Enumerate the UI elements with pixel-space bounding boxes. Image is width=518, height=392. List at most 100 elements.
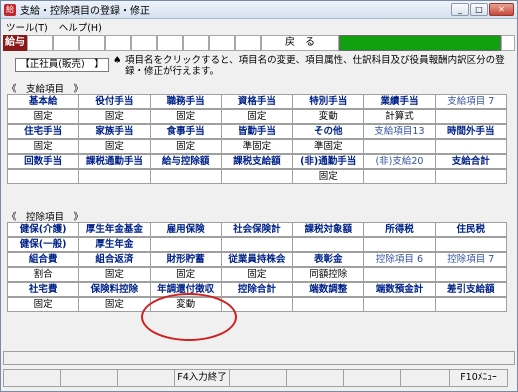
deduction-item-label[interactable]: 端数預金計	[363, 282, 436, 297]
menu-help[interactable]: ヘルプ(H)	[54, 20, 108, 34]
deduction-item-label[interactable]: 健保(介護)	[7, 222, 80, 237]
deduction-item-attribute[interactable]	[363, 267, 436, 282]
deduction-item-label[interactable]: 雇用保険	[149, 222, 222, 237]
payment-item-attribute[interactable]	[434, 139, 507, 154]
deduction-item-label[interactable]: 住民税	[434, 222, 507, 237]
deduction-item-label[interactable]: 控除項目 7	[434, 252, 507, 267]
deduction-item-label[interactable]: 端数調整	[292, 282, 365, 297]
payment-item-attribute[interactable]	[149, 169, 222, 184]
payment-item-label[interactable]: 課税支給額	[220, 154, 294, 169]
deduction-item-attribute[interactable]	[434, 267, 507, 282]
deduction-item-attribute[interactable]	[149, 237, 222, 252]
payment-item-label[interactable]: その他	[292, 124, 365, 139]
close-button[interactable]: ✕	[489, 3, 514, 16]
deduction-item-label[interactable]: 控除項目 6	[363, 252, 436, 267]
deduction-item-label[interactable]: 健保(一般)	[7, 237, 80, 252]
payment-item-attribute[interactable]: 固定	[7, 109, 80, 124]
deduction-item-attribute[interactable]: 固定	[149, 267, 222, 282]
deduction-item-label[interactable]: 控除合計	[220, 282, 294, 297]
payment-item-label[interactable]: 回数手当	[7, 154, 80, 169]
deduction-item-label[interactable]: 組合返済	[78, 252, 151, 267]
minimize-button[interactable]: _	[451, 3, 469, 16]
f10-menu-button[interactable]: F10ﾒﾆｭｰ	[449, 369, 508, 387]
f4-finish-input-button[interactable]: F4入力終了	[174, 369, 230, 387]
deduction-item-attribute[interactable]	[292, 297, 365, 312]
app-window: 給 支給・控除項目の登録・修正 _ □ ✕ ツール(T) ヘルプ(H) 給与 戻…	[0, 0, 518, 392]
payment-item-attribute[interactable]	[363, 169, 436, 184]
deduction-item-label[interactable]: 厚生年金基金	[78, 222, 151, 237]
payment-item-attribute[interactable]: 固定	[7, 139, 80, 154]
header-cell	[131, 35, 157, 51]
deduction-item-attribute[interactable]	[220, 237, 294, 252]
deduction-item-attribute[interactable]: 固定	[220, 267, 294, 282]
payment-item-label[interactable]: 職務手当	[149, 94, 222, 109]
payment-item-attribute[interactable]	[7, 169, 80, 184]
payment-value-row: 固定	[7, 169, 513, 184]
header-cell	[27, 35, 53, 51]
payment-item-label[interactable]: 食事手当	[149, 124, 222, 139]
payment-item-label[interactable]: 皆勤手当	[220, 124, 294, 139]
back-button[interactable]: 戻 る	[261, 35, 339, 51]
payment-item-attribute[interactable]: 準固定	[220, 139, 294, 154]
payment-item-label[interactable]: 時間外手当	[434, 124, 507, 139]
payment-item-label[interactable]: 業績手当	[363, 94, 436, 109]
payment-item-attribute[interactable]: 固定	[149, 109, 222, 124]
payment-item-attribute[interactable]: 計算式	[363, 109, 436, 124]
deduction-item-label[interactable]: 財形貯蓄	[149, 252, 222, 267]
deduction-item-attribute[interactable]: 固定	[78, 267, 151, 282]
payment-item-label[interactable]: 支給合計	[434, 154, 507, 169]
deduction-item-label[interactable]: 所得税	[363, 222, 436, 237]
deduction-item-attribute[interactable]: 固定	[78, 297, 151, 312]
spade-bullet-icon: ♠	[113, 55, 122, 66]
deduction-item-label[interactable]: 従業員持株会	[220, 252, 294, 267]
deduction-item-label[interactable]: 差引支給額	[434, 282, 507, 297]
payment-item-attribute[interactable]: 準固定	[292, 139, 365, 154]
deduction-item-attribute[interactable]	[363, 297, 436, 312]
highlight-annotation-oval	[141, 293, 237, 341]
payment-item-label[interactable]: 課税通勤手当	[78, 154, 151, 169]
payment-item-label[interactable]: 特別手当	[292, 94, 365, 109]
payment-item-label[interactable]: 役付手当	[78, 94, 151, 109]
payment-item-attribute[interactable]: 固定	[78, 139, 151, 154]
payment-item-label[interactable]: (非)通勤手当	[292, 154, 365, 169]
header-cell	[501, 35, 515, 51]
payment-item-attribute[interactable]	[78, 169, 151, 184]
payment-item-attribute[interactable]	[363, 139, 436, 154]
payment-item-label[interactable]: 支給項目13	[363, 124, 436, 139]
deduction-item-label[interactable]: 課税対象額	[292, 222, 365, 237]
payment-item-attribute[interactable]: 固定	[149, 139, 222, 154]
deduction-item-label[interactable]: 組合費	[7, 252, 80, 267]
payment-item-label[interactable]: 資格手当	[220, 94, 294, 109]
payment-item-label[interactable]: (非)支給20	[363, 154, 436, 169]
deduction-item-label[interactable]: 社宅費	[7, 282, 80, 297]
deduction-value-row: 健保(一般) 厚生年金	[7, 237, 513, 252]
deduction-item-attribute[interactable]	[363, 237, 436, 252]
payment-item-label[interactable]: 家族手当	[78, 124, 151, 139]
payment-item-attribute[interactable]	[434, 109, 507, 124]
payment-item-label[interactable]: 給与控除額	[149, 154, 222, 169]
fkey-slot	[229, 369, 287, 387]
payment-item-attribute[interactable]: 固定	[78, 109, 151, 124]
header-cell	[157, 35, 183, 51]
payment-item-attribute[interactable]: 変動	[292, 109, 365, 124]
deduction-item-label[interactable]: 保険料控除	[78, 282, 151, 297]
payment-item-attribute[interactable]: 固定	[220, 109, 294, 124]
payment-item-label[interactable]: 基本給	[7, 94, 80, 109]
maximize-button[interactable]: □	[470, 3, 488, 16]
deduction-item-label[interactable]: 社会保険計	[220, 222, 294, 237]
payment-item-label[interactable]: 住宅手当	[7, 124, 80, 139]
payment-item-label[interactable]: 支給項目 7	[434, 94, 507, 109]
deduction-item-attribute[interactable]	[292, 237, 365, 252]
payment-value-row: 固定 固定 固定 固定 変動 計算式	[7, 109, 513, 124]
deduction-item-attribute[interactable]: 割合	[7, 267, 80, 282]
menu-tools[interactable]: ツール(T)	[1, 20, 54, 34]
deduction-item-label[interactable]: 厚生年金	[78, 237, 151, 252]
payment-item-attribute[interactable]	[434, 169, 507, 184]
payment-item-attribute[interactable]	[220, 169, 294, 184]
deduction-item-label[interactable]: 表彰金	[292, 252, 365, 267]
deduction-item-attribute[interactable]: 固定	[7, 297, 80, 312]
deduction-item-attribute[interactable]	[434, 237, 507, 252]
deduction-item-attribute[interactable]: 同額控除	[292, 267, 365, 282]
deduction-item-attribute[interactable]	[434, 297, 507, 312]
payment-item-attribute[interactable]: 固定	[292, 169, 365, 184]
